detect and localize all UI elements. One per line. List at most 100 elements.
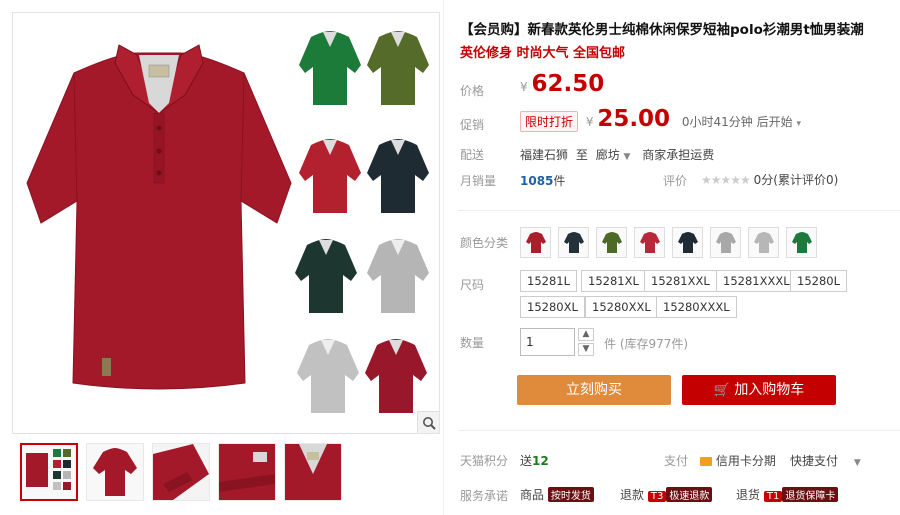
service-2-badge-a: T3 [647,491,667,502]
red-shirt-icon [639,231,660,253]
section-divider [458,210,900,211]
points-value: 12 [532,454,549,468]
service-row-1: 商品 按时发货 [520,486,594,503]
thumbnail-collar-detail-image [285,444,341,500]
chevron-down-icon[interactable]: ▾ [796,119,801,129]
magnifier-icon [422,416,436,430]
promo-label: 促销 [460,118,485,132]
burgundy-shirt-swatch [365,339,427,413]
size-option-15281XXXL[interactable]: 15281XXXL [716,270,797,292]
delivery-from: 福建石狮 [520,148,569,162]
original-price: ¥ 62.50 [520,71,604,97]
navy-shirt-icon [563,231,584,253]
cart-icon: 🛒 [713,383,730,398]
size-option-15281XL[interactable]: 15281XL [581,270,646,292]
product-subtitle: 英伦修身 时尚大气 全国包邮 [460,46,626,61]
color-option-navy[interactable] [558,227,589,258]
price-label: 价格 [460,84,485,98]
points-row: 送12 [520,452,549,469]
add-to-cart-label: 加入购物车 [734,382,805,398]
credit-row[interactable]: 信用卡分期 [700,452,776,469]
service-label: 服务承诺 [460,489,509,503]
grey-shirt-swatch [367,239,429,313]
quantity-info: 件 (库存977件) [604,335,688,352]
dark-green-shirt-swatch [295,239,357,313]
size-option-15281XXL[interactable]: 15281XXL [644,270,717,292]
destination-chevron-icon: ▼ [623,152,631,162]
delivery-destination: 廊坊 [595,148,620,162]
credit-card-icon [700,457,712,466]
quickpay-row[interactable]: 快捷支付 ▼ [790,452,861,469]
color-option-grey[interactable] [710,227,741,258]
olive-shirt-icon [601,231,622,253]
product-info-panel: 【会员购】新春款英伦男士纯棉休闲保罗短袖polo衫潮男t恤男装潮 英伦修身 时尚… [458,0,900,515]
thumbnail-shirt-front-image [93,448,137,496]
service-1-badge[interactable]: 按时发货 [547,487,594,502]
promo-currency: ¥ [585,115,594,129]
main-product-image [26,44,292,390]
color-option-olive[interactable] [596,227,627,258]
service-3-prefix: 退货 [736,488,761,502]
quantity-unit: 件 [604,337,617,351]
sales-row: 1085件 [520,172,565,189]
service-1-prefix: 商品 [520,488,545,502]
thumbnail-3[interactable] [152,443,210,501]
rating-stars: ★★★★★ [701,173,751,187]
promo-price-value: 25.00 [597,106,671,132]
service-3-badge-a: T1 [763,491,783,502]
rating-row: ★★★★★ 0分(累计评价0) [701,171,838,188]
thumbnail-5[interactable] [284,443,342,501]
quantity-decrease-button[interactable]: ▼ [578,343,594,356]
sales-unit: 件 [553,174,566,188]
light-grey-shirt-swatch [297,339,359,413]
color-option-green[interactable] [786,227,817,258]
product-gallery [12,12,440,434]
size-option-15281L[interactable]: 15281L [520,270,577,292]
sales-count: 1085 [520,174,554,188]
service-3-badge-b[interactable]: 退货保障卡 [782,487,839,502]
quantity-input[interactable] [520,328,575,356]
quickpay-chevron-icon: ▼ [853,458,861,468]
size-option-15280XXL[interactable]: 15280XXL [585,296,658,318]
thumbnail-collage-image [26,449,71,490]
quantity-stock: (库存977件) [619,337,689,351]
dark-navy-shirt-icon [677,231,698,253]
zoom-button[interactable] [417,411,439,433]
size-option-15280L[interactable]: 15280L [790,270,847,292]
color-option-red[interactable] [634,227,665,258]
burgundy-shirt-icon [525,231,546,253]
add-to-cart-button[interactable]: 🛒 加入购物车 [682,375,836,405]
thumbnail-sleeve-detail-image [153,444,209,500]
points-prefix: 送 [520,454,533,468]
service-2-badge-b[interactable]: 极速退款 [666,487,713,502]
product-title: 【会员购】新春款英伦男士纯棉休闲保罗短袖polo衫潮男t恤男装潮 [460,22,864,38]
thumbnail-fabric-detail-image [219,444,275,500]
delivery-row: 福建石狮 至 廊坊 ▼ 商家承担运费 [520,146,714,163]
green-shirt-swatch [299,31,361,105]
quickpay-text: 快捷支付 [790,454,839,468]
thumbnail-4[interactable] [218,443,276,501]
delivery-destination-select[interactable]: 廊坊 ▼ [596,148,631,162]
pay-label: 支付 [664,454,689,468]
column-divider [443,0,444,515]
thumbnail-1[interactable] [20,443,78,501]
sales-label: 月销量 [460,174,497,188]
promo-countdown: 0小时41分钟 后开始 [681,115,793,129]
size-label: 尺码 [460,278,485,292]
grey-shirt-icon [715,231,736,253]
service-row-2: 退款 T3 极速退款 [620,486,713,503]
points-label: 天猫积分 [460,454,509,468]
color-option-burgundy[interactable] [520,227,551,258]
rating-text[interactable]: 0分(累计评价0) [754,173,839,187]
thumbnail-2[interactable] [86,443,144,501]
service-row-3: 退货 T1 退货保障卡 [736,486,839,503]
color-option-dark-navy[interactable] [672,227,703,258]
rating-label: 评价 [663,174,688,188]
quantity-increase-button[interactable]: ▲ [578,328,594,341]
size-option-15280XL[interactable]: 15280XL [520,296,585,318]
section-divider-2 [458,430,900,431]
credit-text: 信用卡分期 [715,454,776,468]
color-option-light-grey[interactable] [748,227,779,258]
buy-now-button[interactable]: 立刻购买 [517,375,671,405]
size-option-15280XXXL[interactable]: 15280XXXL [656,296,737,318]
